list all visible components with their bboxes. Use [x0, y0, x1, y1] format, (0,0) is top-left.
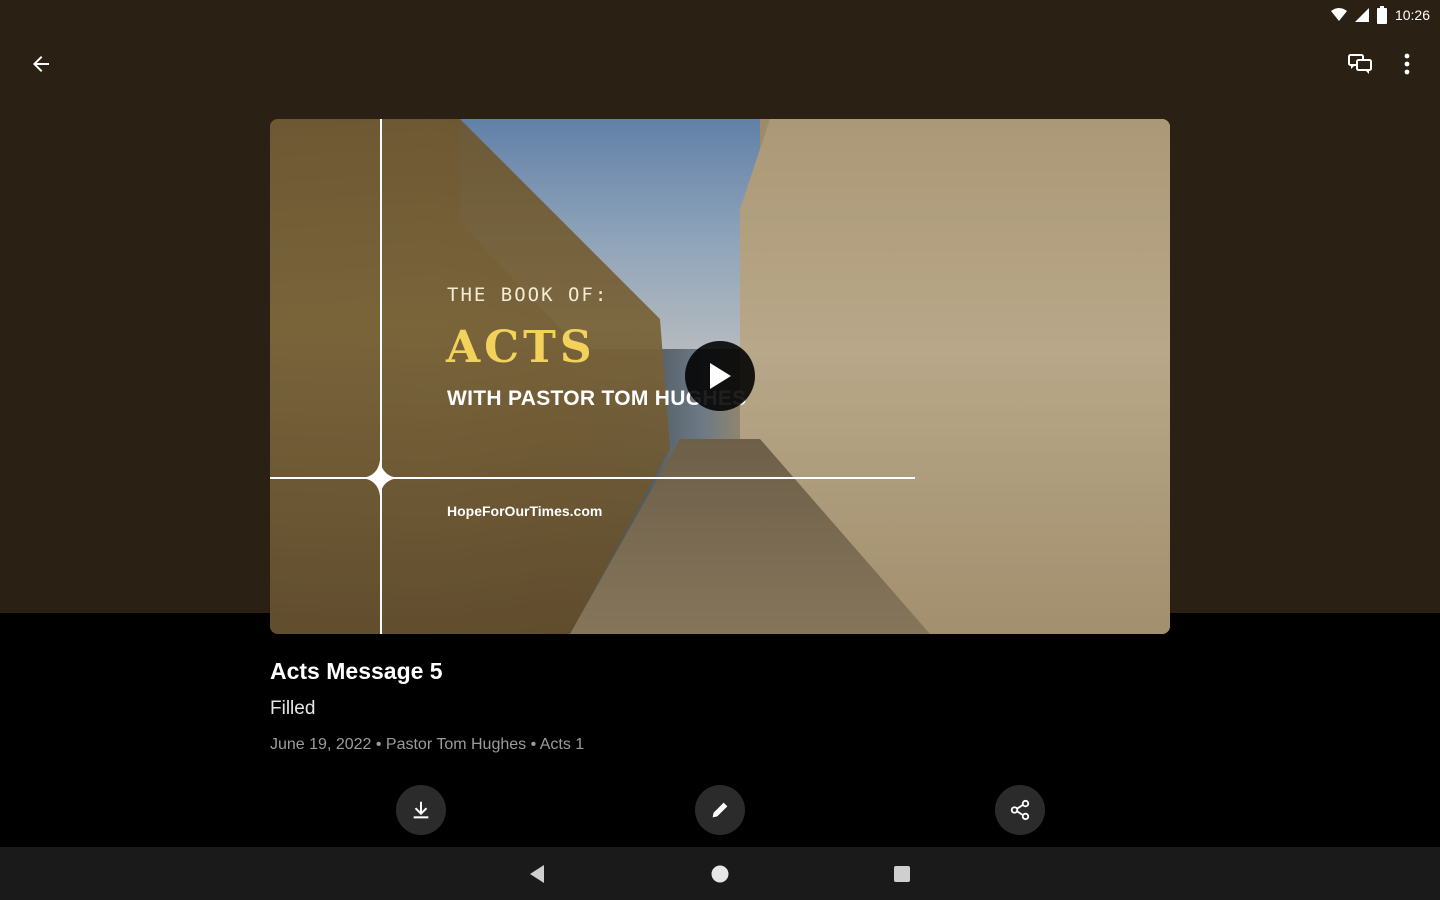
chat-button[interactable]: [1336, 40, 1384, 88]
play-button[interactable]: [685, 341, 755, 411]
nav-back-button[interactable]: [520, 857, 554, 891]
cell-signal-icon: [1354, 8, 1369, 22]
more-vert-icon: [1404, 53, 1410, 75]
back-button[interactable]: [17, 40, 65, 88]
download-icon: [413, 801, 429, 819]
arrow-back-icon: [33, 56, 49, 72]
message-meta: June 19, 2022 • Pastor Tom Hughes • Acts…: [270, 736, 585, 753]
overlay-book-label: THE BOOK OF:: [447, 284, 609, 306]
status-time: 10:26: [1394, 7, 1430, 23]
download-button[interactable]: [396, 785, 446, 835]
sparkle-icon: [362, 460, 398, 496]
share-button[interactable]: [995, 785, 1045, 835]
overlay-series-title: ACTS: [446, 322, 596, 373]
edit-button[interactable]: [695, 785, 745, 835]
nav-back-icon: [530, 865, 544, 883]
share-icon: [1010, 799, 1030, 821]
nav-home-button[interactable]: [703, 857, 737, 891]
overlay-website: HopeForOurTimes.com: [447, 503, 603, 519]
message-subtitle: Filled: [270, 698, 316, 719]
more-options-button[interactable]: [1383, 40, 1431, 88]
edit-icon: [712, 802, 728, 818]
overlay-vertical-line: [380, 119, 382, 634]
nav-home-icon: [711, 865, 729, 883]
play-icon: [710, 363, 731, 389]
chat-icon: [1348, 54, 1372, 74]
wifi-icon: [1330, 8, 1347, 21]
system-navigation-bar: [0, 847, 1440, 900]
message-title: Acts Message 5: [270, 658, 443, 684]
battery-icon: [1376, 6, 1387, 24]
video-thumbnail[interactable]: THE BOOK OF: ACTS WITH PASTOR TOM HUGHES…: [270, 119, 1170, 634]
status-bar: 10:26: [1330, 4, 1430, 26]
nav-recents-icon: [894, 866, 910, 882]
nav-recents-button[interactable]: [885, 857, 919, 891]
